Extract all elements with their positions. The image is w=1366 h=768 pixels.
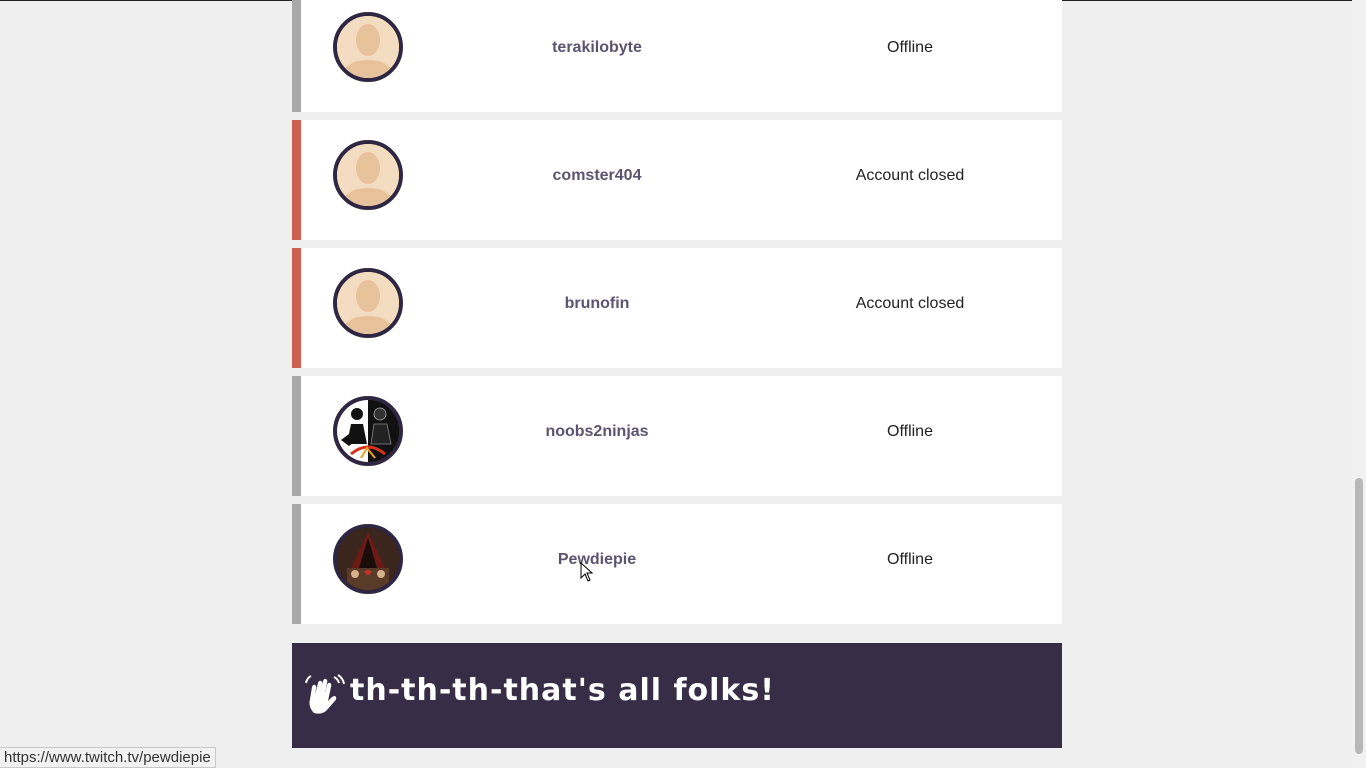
streamer-status: Account closed (855, 167, 965, 184)
streamer-card[interactable]: comster404 Account closed (292, 120, 1062, 240)
end-of-list-message: th-th-th-that's all folks! (350, 673, 775, 708)
streamer-card[interactable]: Pewdiepie Offline (292, 504, 1062, 624)
streamer-status: Offline (887, 39, 933, 56)
streamer-name-link[interactable]: terakilobyte (487, 39, 707, 57)
streamer-list: terakilobyte Offline comster404 Account … (292, 0, 1062, 632)
streamer-status: Offline (887, 423, 933, 440)
default-avatar-icon (333, 140, 403, 210)
vertical-scrollbar[interactable] (1352, 0, 1366, 768)
streamer-card[interactable]: terakilobyte Offline (292, 0, 1062, 112)
end-of-list-banner: th-th-th-that's all folks! (292, 643, 1062, 748)
streamer-status: Offline (887, 551, 933, 568)
mouse-cursor-icon (580, 562, 594, 582)
streamer-card[interactable]: brunofin Account closed (292, 248, 1062, 368)
scrollbar-thumb[interactable] (1355, 478, 1363, 754)
streamer-name-link[interactable]: brunofin (487, 295, 707, 313)
streamer-card[interactable]: noobs2ninjas Offline (292, 376, 1062, 496)
waving-hands-icon (305, 674, 345, 714)
noobs2ninjas-logo-icon (333, 396, 403, 466)
streamer-status: Account closed (855, 295, 965, 312)
streamer-name-link[interactable]: comster404 (487, 167, 707, 185)
link-preview-statusbar: https://www.twitch.tv/pewdiepie (0, 747, 216, 768)
streamer-name-link[interactable]: noobs2ninjas (487, 423, 707, 441)
pewdiepie-photo-icon (333, 524, 403, 594)
streamer-name-link[interactable]: Pewdiepie (487, 551, 707, 569)
default-avatar-icon (333, 268, 403, 338)
default-avatar-icon (333, 12, 403, 82)
